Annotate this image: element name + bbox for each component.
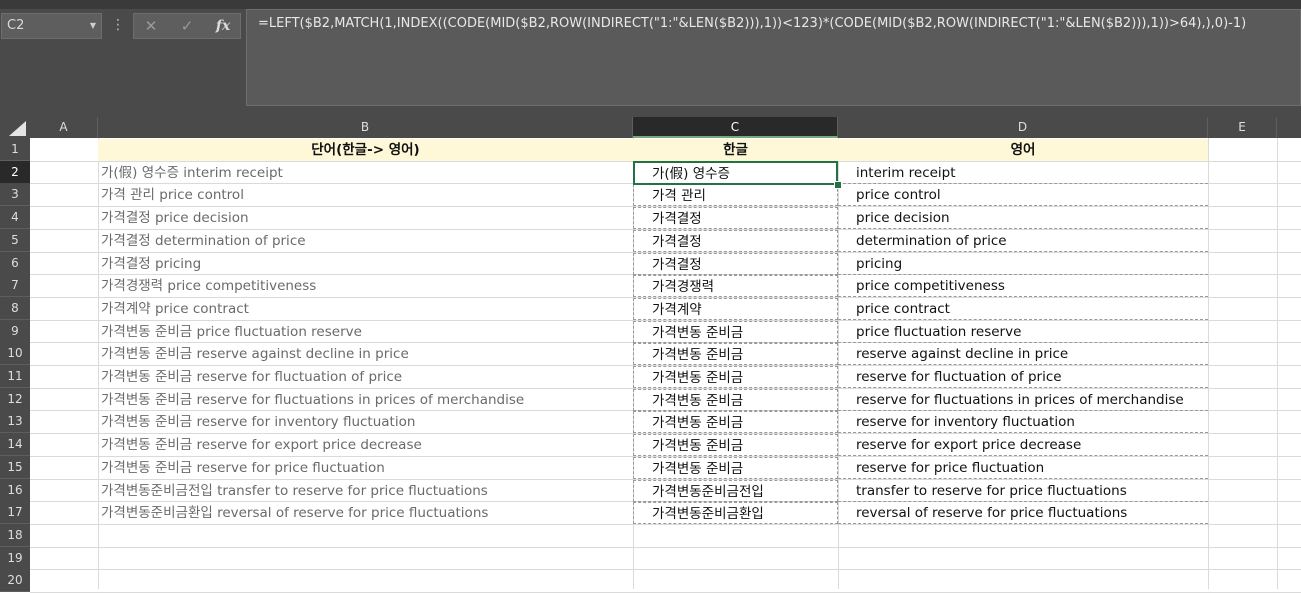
formula-input[interactable]: =LEFT($B2,MATCH(1,INDEX((CODE(MID($B2,RO… [246, 9, 1301, 106]
cell-b7[interactable]: 가격경쟁력 price competitiveness [98, 275, 633, 297]
row-header-1[interactable]: 1 [0, 138, 30, 161]
row-header-13[interactable]: 13 [0, 410, 30, 433]
formula-buttons: ✕ ✓ fx [133, 13, 241, 39]
cancel-x-icon[interactable]: ✕ [136, 14, 166, 38]
cell-b12[interactable]: 가격변동 준비금 reserve for fluctuations in pri… [98, 389, 633, 411]
cell-b6[interactable]: 가격결정 pricing [98, 253, 633, 275]
gridline [30, 547, 1301, 548]
cell-b16[interactable]: 가격변동준비금전입 transfer to reserve for price … [98, 480, 633, 502]
row-header-16[interactable]: 16 [0, 479, 30, 502]
cell-d14[interactable]: reserve for export price decrease [838, 434, 1208, 456]
insert-function-fx-icon[interactable]: fx [208, 14, 238, 38]
cell-d17[interactable]: reversal of reserve for price fluctuatio… [838, 502, 1208, 524]
cell-d2[interactable]: interim receipt [838, 162, 1208, 184]
row-header-4[interactable]: 4 [0, 206, 30, 229]
row-header-3[interactable]: 3 [0, 183, 30, 206]
row-header-2[interactable]: 2 [0, 161, 30, 184]
cell-d10[interactable]: reserve against decline in price [838, 343, 1208, 365]
column-header-next[interactable] [1277, 117, 1301, 138]
row-header-8[interactable]: 8 [0, 297, 30, 320]
cell-c16[interactable]: 가격변동준비금전입 [633, 480, 838, 502]
cell-b5[interactable]: 가격결정 determination of price [98, 230, 633, 252]
row-header-5[interactable]: 5 [0, 229, 30, 252]
cell-b8[interactable]: 가격계약 price contract [98, 298, 633, 320]
cell-c17[interactable]: 가격변동준비금환입 [633, 502, 838, 524]
name-box-value: C2 [7, 18, 25, 33]
row-header-19[interactable]: 19 [0, 547, 30, 570]
cell-c15[interactable]: 가격변동 준비금 [633, 457, 838, 479]
cell-c8[interactable]: 가격계약 [633, 298, 838, 320]
more-options-icon[interactable]: ⋮ [111, 13, 125, 39]
row-header-14[interactable]: 14 [0, 433, 30, 456]
column-header-a[interactable]: A [30, 117, 98, 138]
row-header-10[interactable]: 10 [0, 342, 30, 365]
checkmark-icon[interactable]: ✓ [172, 14, 202, 38]
cell-c12[interactable]: 가격변동 준비금 [633, 389, 838, 411]
cell-d16[interactable]: transfer to reserve for price fluctuatio… [838, 480, 1208, 502]
cell-c14[interactable]: 가격변동 준비금 [633, 434, 838, 456]
cell-d8[interactable]: price contract [838, 298, 1208, 320]
cell-b10[interactable]: 가격변동 준비금 reserve against decline in pric… [98, 343, 633, 365]
cell-c5[interactable]: 가격결정 [633, 230, 838, 252]
cell-b14[interactable]: 가격변동 준비금 reserve for export price decrea… [98, 434, 633, 456]
cell-c10[interactable]: 가격변동 준비금 [633, 343, 838, 365]
cell-c11[interactable]: 가격변동 준비금 [633, 366, 838, 388]
cell-c1[interactable]: 한글 [633, 139, 838, 161]
cell-b11[interactable]: 가격변동 준비금 reserve for fluctuation of pric… [98, 366, 633, 388]
cell-d11[interactable]: reserve for fluctuation of price [838, 366, 1208, 388]
cell-d4[interactable]: price decision [838, 207, 1208, 229]
cell-b13[interactable]: 가격변동 준비금 reserve for inventory fluctuati… [98, 411, 633, 433]
column-header-b[interactable]: B [98, 117, 633, 138]
cell-d7[interactable]: price competitiveness [838, 275, 1208, 297]
cell-c4[interactable]: 가격결정 [633, 207, 838, 229]
gridline [30, 524, 1301, 525]
row-header-11[interactable]: 11 [0, 365, 30, 388]
column-header-c[interactable]: C [633, 117, 838, 138]
cell-c6[interactable]: 가격결정 [633, 253, 838, 275]
cell-b1[interactable]: 단어(한글-> 영어) [98, 139, 633, 161]
column-header-d[interactable]: D [838, 117, 1208, 138]
cell-d9[interactable]: price fluctuation reserve [838, 321, 1208, 343]
row-header-15[interactable]: 15 [0, 456, 30, 479]
cell-b17[interactable]: 가격변동준비금환입 reversal of reserve for price … [98, 502, 633, 524]
row-header-12[interactable]: 12 [0, 388, 30, 411]
cell-b3[interactable]: 가격 관리 price control [98, 184, 633, 206]
cell-d13[interactable]: reserve for inventory fluctuation [838, 411, 1208, 433]
cell-b2[interactable]: 가(假) 영수증 interim receipt [98, 162, 633, 184]
row-header-9[interactable]: 9 [0, 320, 30, 343]
row-header-18[interactable]: 18 [0, 524, 30, 547]
row-header-7[interactable]: 7 [0, 274, 30, 297]
cell-c13[interactable]: 가격변동 준비금 [633, 411, 838, 433]
cell-b9[interactable]: 가격변동 준비금 price fluctuation reserve [98, 321, 633, 343]
select-all-triangle-icon[interactable] [9, 121, 26, 136]
cell-c9[interactable]: 가격변동 준비금 [633, 321, 838, 343]
name-box[interactable]: C2 ▼ [1, 13, 102, 39]
column-header-e[interactable]: E [1208, 117, 1277, 138]
cell-d12[interactable]: reserve for fluctuations in prices of me… [838, 389, 1208, 411]
gridline [30, 569, 1301, 570]
cell-c7[interactable]: 가격경쟁력 [633, 275, 838, 297]
row-header-17[interactable]: 17 [0, 501, 30, 524]
active-cell-border [633, 161, 838, 185]
cell-d5[interactable]: determination of price [838, 230, 1208, 252]
row-header-6[interactable]: 6 [0, 252, 30, 275]
chevron-down-icon[interactable]: ▼ [90, 14, 96, 38]
fill-handle[interactable] [834, 181, 842, 189]
cell-d15[interactable]: reserve for price fluctuation [838, 457, 1208, 479]
cell-b4[interactable]: 가격결정 price decision [98, 207, 633, 229]
cell-d6[interactable]: pricing [838, 253, 1208, 275]
ribbon-edge [0, 0, 1301, 9]
cell-d1[interactable]: 영어 [838, 139, 1208, 161]
cell-d3[interactable]: price control [838, 184, 1208, 206]
cell-b15[interactable]: 가격변동 준비금 reserve for price fluctuation [98, 457, 633, 479]
cell-c3[interactable]: 가격 관리 [633, 184, 838, 206]
